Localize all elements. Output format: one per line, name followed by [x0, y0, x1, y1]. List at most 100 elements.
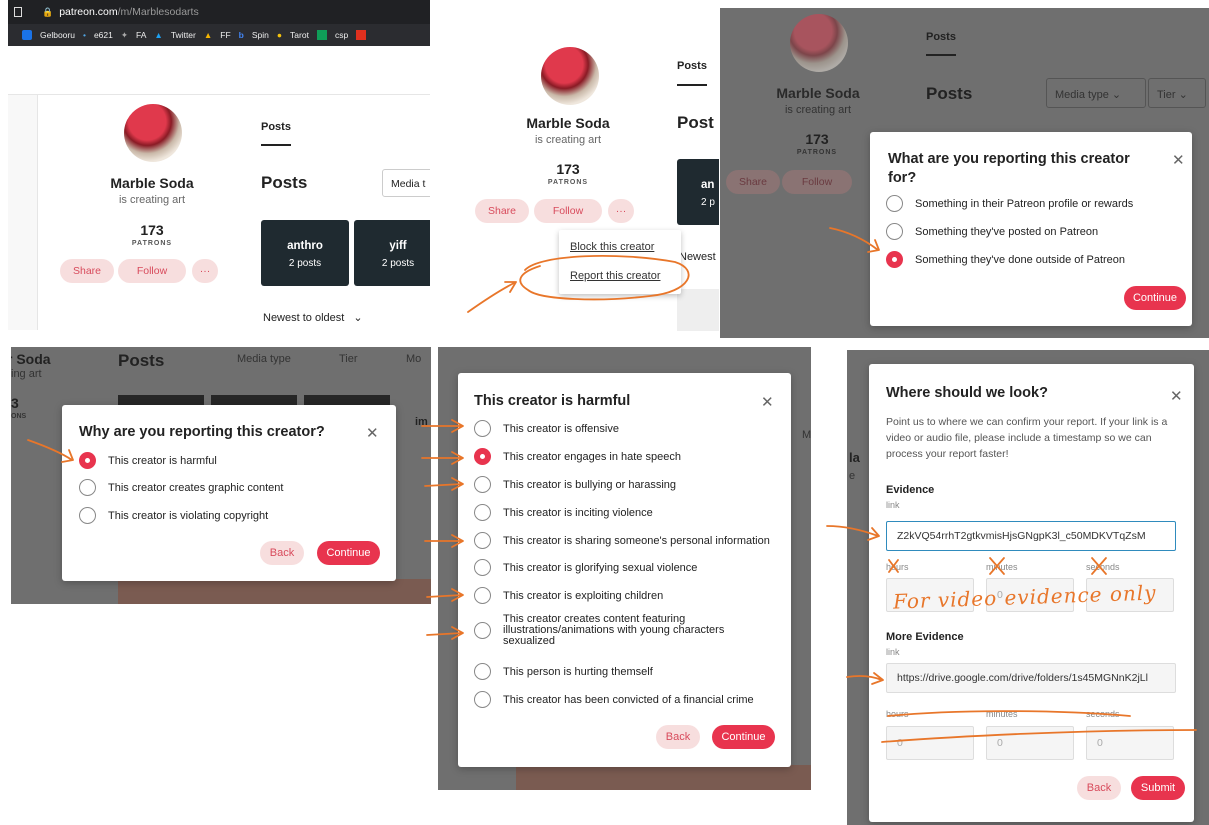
collection-tile[interactable]: anthro 2 posts — [261, 220, 349, 286]
minutes-input[interactable]: 0 — [986, 726, 1074, 760]
continue-button[interactable]: Continue — [712, 725, 775, 749]
report-option[interactable]: Something they've done outside of Patreo… — [886, 251, 1125, 268]
radio-button[interactable] — [474, 622, 491, 639]
radio-button-selected[interactable] — [79, 452, 96, 469]
report-option[interactable]: This creator is exploiting children — [474, 587, 663, 604]
report-option[interactable]: Something in their Patreon profile or re… — [886, 195, 1133, 212]
follow-button[interactable]: Follow — [534, 199, 602, 223]
option-label: This creator has been convicted of a fin… — [503, 693, 754, 706]
spin-icon: b — [238, 30, 244, 40]
content-placeholder — [677, 289, 719, 331]
more-evidence-link-input[interactable]: https://drive.google.com/drive/folders/1… — [886, 663, 1176, 693]
follow-button[interactable]: Follow — [782, 170, 852, 194]
share-button[interactable]: Share — [475, 199, 529, 223]
radio-button[interactable] — [474, 691, 491, 708]
tab-posts-underline — [926, 54, 956, 56]
radio-button-selected[interactable] — [886, 251, 903, 268]
sort-label: Newest to oldest — [263, 312, 345, 324]
share-button[interactable]: Share — [60, 259, 114, 283]
back-button[interactable]: Back — [656, 725, 700, 749]
radio-button[interactable] — [474, 587, 491, 604]
report-option[interactable]: This creator is inciting violence — [474, 504, 653, 521]
posts-heading: Posts — [926, 84, 973, 103]
radio-button-selected[interactable] — [474, 448, 491, 465]
hours-label: hours — [886, 562, 909, 572]
follow-button[interactable]: Follow — [118, 259, 186, 283]
creator-avatar — [541, 47, 599, 105]
report-option[interactable]: This person is hurting themself — [474, 663, 653, 680]
report-option[interactable]: This creator is violating copyright — [79, 507, 268, 524]
radio-button[interactable] — [474, 476, 491, 493]
sort-dropdown[interactable]: Newest — [679, 251, 716, 263]
radio-button[interactable] — [474, 559, 491, 576]
bookmark-twitter[interactable]: Twitter — [171, 30, 196, 40]
radio-button[interactable] — [474, 420, 491, 437]
bookmark-e621[interactable]: e621 — [94, 30, 113, 40]
report-option[interactable]: This creator is sharing someone's person… — [474, 532, 770, 549]
submit-button[interactable]: Submit — [1131, 776, 1185, 800]
patron-count: 173 — [805, 131, 829, 147]
report-option[interactable]: Something they've posted on Patreon — [886, 223, 1098, 240]
chevron-down-icon: ⌄ — [353, 312, 363, 324]
bookmark-csp[interactable]: csp — [335, 30, 348, 40]
bookmark-icon[interactable] — [14, 7, 22, 17]
tier-dropdown[interactable]: Tier ⌄ — [1148, 78, 1206, 108]
tab-posts[interactable]: Posts — [926, 31, 956, 43]
creator-avatar — [124, 104, 182, 162]
media-type-dropdown[interactable]: Media type ⌄ — [1046, 78, 1146, 108]
back-button[interactable]: Back — [1077, 776, 1121, 800]
report-option[interactable]: This creator is harmful — [79, 452, 217, 469]
close-icon[interactable]: ✕ — [366, 426, 379, 441]
back-button[interactable]: Back — [260, 541, 304, 565]
bookmark-gelbooru[interactable]: Gelbooru — [40, 30, 75, 40]
tile-name: an — [701, 179, 715, 191]
bg-photo — [118, 579, 431, 604]
radio-button[interactable] — [474, 504, 491, 521]
sort-dropdown[interactable]: Newest to oldest ⌄ — [263, 311, 363, 324]
more-options-button[interactable]: ··· — [608, 199, 634, 223]
radio-button[interactable] — [886, 223, 903, 240]
report-option[interactable]: This creator creates graphic content — [79, 479, 283, 496]
option-label: This creator is offensive — [503, 422, 619, 435]
seconds-input[interactable]: 0 — [1086, 726, 1174, 760]
radio-button[interactable] — [886, 195, 903, 212]
report-option[interactable]: This creator has been convicted of a fin… — [474, 691, 754, 708]
report-option[interactable]: This creator is bullying or harassing — [474, 476, 676, 493]
more-options-button[interactable]: ··· — [192, 259, 218, 283]
report-option[interactable]: This creator is offensive — [474, 420, 619, 437]
continue-button[interactable]: Continue — [1124, 286, 1186, 310]
collection-tile[interactable]: an 2 p — [677, 159, 719, 225]
report-option[interactable]: This creator creates content featuring i… — [474, 614, 774, 647]
media-type-dropdown[interactable]: Media t — [382, 169, 430, 197]
collection-tile[interactable]: yiff 2 posts — [354, 220, 430, 286]
profile-screenshot-panel: 🔒 patreon.com/m/Marblesodarts Gelbooru •… — [8, 0, 430, 330]
option-label: Something in their Patreon profile or re… — [915, 197, 1134, 210]
bg-photo — [516, 765, 811, 790]
close-icon[interactable]: ✕ — [1172, 153, 1185, 168]
bookmark-tarot[interactable]: Tarot — [290, 30, 309, 40]
radio-button[interactable] — [79, 507, 96, 524]
bg-creator-tagline: ing art — [11, 368, 42, 380]
bookmark-ff[interactable]: FF — [220, 30, 230, 40]
url-path[interactable]: /m/Marblesodarts — [118, 6, 199, 18]
close-icon[interactable]: ✕ — [1170, 389, 1183, 404]
url-host[interactable]: patreon.com — [59, 6, 117, 18]
report-option[interactable]: This creator engages in hate speech — [474, 448, 681, 465]
block-creator-option[interactable]: Block this creator — [570, 241, 654, 253]
radio-button[interactable] — [79, 479, 96, 496]
share-button[interactable]: Share — [726, 170, 780, 194]
radio-button[interactable] — [474, 663, 491, 680]
lock-icon: 🔒 — [42, 6, 54, 17]
report-creator-option[interactable]: Report this creator — [570, 270, 660, 282]
tab-posts[interactable]: Posts — [261, 121, 291, 133]
tab-posts[interactable]: Posts — [677, 60, 707, 72]
report-option[interactable]: This creator is glorifying sexual violen… — [474, 559, 697, 576]
close-icon[interactable]: ✕ — [761, 395, 774, 410]
continue-button[interactable]: Continue — [317, 541, 380, 565]
evidence-link-input[interactable]: Z2kVQ54rrhT2gtkvmisHjsGNgpK3l_c50MDKVTqZ… — [886, 521, 1176, 551]
bookmark-spin[interactable]: Spin — [252, 30, 269, 40]
hours-input[interactable]: 0 — [886, 726, 974, 760]
radio-button[interactable] — [474, 532, 491, 549]
bookmark-fa[interactable]: FA — [136, 30, 146, 40]
bg-patrons-label: ONS — [11, 413, 27, 420]
